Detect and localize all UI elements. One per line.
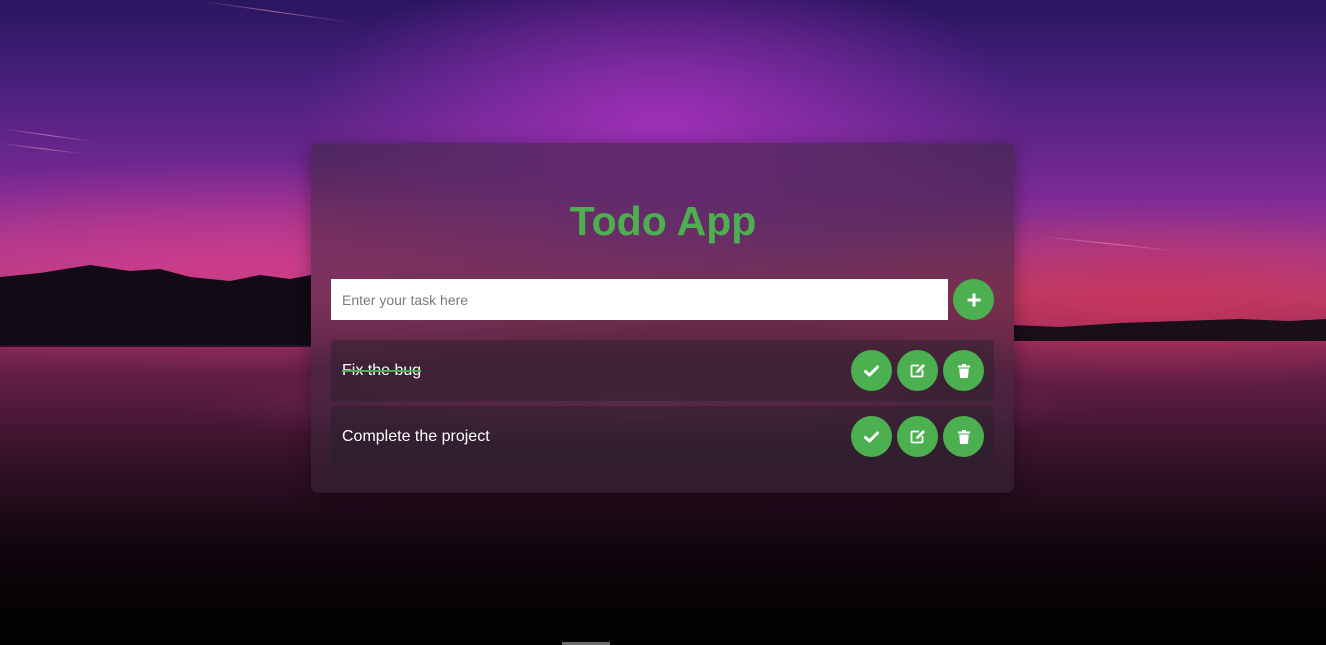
delete-task-button[interactable] — [943, 350, 984, 391]
task-item: Complete the project — [331, 406, 994, 467]
light-streak — [0, 143, 85, 155]
trash-icon — [957, 363, 970, 378]
edit-task-button[interactable] — [897, 350, 938, 391]
edit-icon — [910, 430, 925, 444]
light-streak — [194, 0, 354, 24]
check-icon — [864, 365, 879, 376]
app-title: Todo App — [569, 198, 757, 244]
add-task-button[interactable] — [953, 279, 994, 320]
task-item: Fix the bug — [331, 340, 994, 401]
complete-task-button[interactable] — [851, 416, 892, 457]
trash-icon — [957, 429, 970, 444]
edit-task-button[interactable] — [897, 416, 938, 457]
task-text: Fix the bug — [342, 362, 422, 379]
light-streak — [0, 128, 95, 143]
check-icon — [864, 431, 879, 442]
complete-task-button[interactable] — [851, 350, 892, 391]
task-input[interactable] — [331, 279, 948, 320]
plus-icon — [967, 293, 980, 306]
task-text: Complete the project — [342, 428, 490, 445]
delete-task-button[interactable] — [943, 416, 984, 457]
edit-icon — [910, 364, 925, 378]
